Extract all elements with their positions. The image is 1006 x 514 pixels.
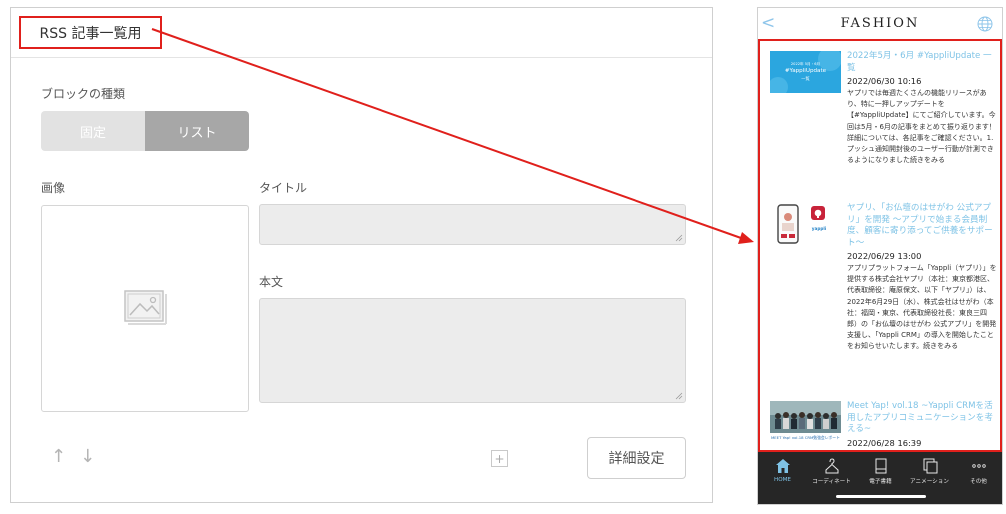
reorder-controls: ↑ ↓ — [51, 446, 95, 467]
hanger-icon — [825, 458, 838, 474]
phone-app-thumbnail-icon — [777, 204, 825, 244]
more-icon — [971, 464, 986, 468]
home-indicator — [836, 495, 926, 498]
back-chevron-icon[interactable]: < — [761, 13, 775, 33]
block-type-label: ブロックの種類 — [41, 87, 126, 101]
thumbnail-hashtag: #YappliUpdate — [784, 68, 827, 74]
article-title[interactable]: Meet Yap! vol.18 ~Yappli CRMを活用したアプリコミュニ… — [847, 401, 997, 436]
resize-grip-icon[interactable] — [675, 234, 683, 242]
thumbnail-caption: 一覧 — [801, 76, 810, 81]
article-date: 2022/06/30 10:16 — [847, 76, 922, 86]
tab-label: コーディネート — [812, 479, 851, 485]
move-up-icon[interactable]: ↑ — [51, 446, 66, 467]
body-textarea[interactable] — [259, 298, 686, 403]
tab-animation[interactable]: アニメーション — [905, 457, 954, 485]
article-excerpt: ヤプリでは毎週たくさんの機能リリースがあり、特に一押しアップデートを【#Yapp… — [847, 89, 996, 165]
block-type-fixed-button[interactable]: 固定 — [41, 111, 145, 151]
thumbnail-brand: yappli — [811, 226, 827, 231]
image-upload-area[interactable] — [41, 205, 249, 412]
phone-header: < FASHION — [758, 8, 1002, 39]
article-title[interactable]: 2022年5月・6月 #YappliUpdate 一覧 — [847, 51, 997, 74]
article-thumbnail: yappli — [770, 203, 841, 245]
phone-preview: < FASHION 2022年 5月・6月 #YappliUpdate 一覧 2… — [757, 7, 1003, 505]
tab-label: その他 — [970, 479, 987, 485]
article-thumbnail: MEET Yap! vol.18 CRM勉強会レポート — [770, 401, 841, 443]
home-icon — [775, 459, 790, 473]
block-type-list-button[interactable]: リスト — [145, 111, 249, 151]
article-text: ヤプリ、「お仏壇のはせがわ 公式アプリ」を開発 ～アプリで始まる会員制度、顧客に… — [847, 203, 997, 353]
article-text: 2022年5月・6月 #YappliUpdate 一覧 2022/06/30 1… — [847, 51, 997, 166]
tab-more[interactable]: その他 — [954, 457, 1002, 485]
image-placeholder-icon — [124, 290, 167, 325]
copy-icon — [923, 458, 937, 474]
resize-grip-icon[interactable] — [675, 392, 683, 400]
block-editor-panel: RSS 記事一覧用 ブロックの種類 固定 リスト 画像 タイトル 本文 ↑ ↓ … — [10, 7, 713, 503]
thumbnail-caption: MEET Yap! vol.18 CRM勉強会レポート — [771, 435, 840, 440]
image-label: 画像 — [41, 181, 66, 195]
title-label: タイトル — [259, 181, 308, 195]
body-label: 本文 — [259, 275, 284, 289]
add-block-button[interactable]: + — [491, 450, 508, 467]
tab-home[interactable]: HOME — [758, 457, 807, 483]
article-thumbnail: 2022年 5月・6月 #YappliUpdate 一覧 — [770, 51, 841, 93]
block-type-toggle: 固定 リスト — [41, 111, 249, 151]
tab-ebook[interactable]: 電子書籍 — [856, 457, 905, 485]
tab-label: HOME — [774, 477, 791, 483]
article-title[interactable]: ヤプリ、「お仏壇のはせがわ 公式アプリ」を開発 ～アプリで始まる会員制度、顧客に… — [847, 203, 997, 249]
globe-icon[interactable] — [977, 16, 993, 32]
article-text: Meet Yap! vol.18 ~Yappli CRMを活用したアプリコミュニ… — [847, 401, 997, 449]
article-excerpt: アプリプラットフォーム「Yappli（ヤプリ）」を提供する株式会社ヤプリ（本社：… — [847, 264, 997, 351]
block-title: RSS 記事一覧用 — [19, 16, 162, 49]
tab-label: アニメーション — [910, 479, 949, 485]
tab-label: 電子書籍 — [869, 479, 892, 485]
detail-settings-button[interactable]: 詳細設定 — [587, 437, 686, 479]
editor-header: RSS 記事一覧用 — [11, 8, 712, 58]
tab-coordinate[interactable]: コーディネート — [807, 457, 856, 485]
thumbnail-date: 2022年 5月・6月 — [790, 62, 821, 66]
article-date: 2022/06/28 16:39 — [847, 437, 922, 448]
book-icon — [875, 458, 886, 474]
article-date: 2022/06/29 13:00 — [847, 251, 922, 261]
title-input[interactable] — [259, 204, 686, 245]
phone-app-title: FASHION — [840, 16, 920, 31]
move-down-icon[interactable]: ↓ — [80, 446, 95, 467]
rss-article-list: 2022年 5月・6月 #YappliUpdate 一覧 2022年5月・6月 … — [758, 39, 1002, 452]
